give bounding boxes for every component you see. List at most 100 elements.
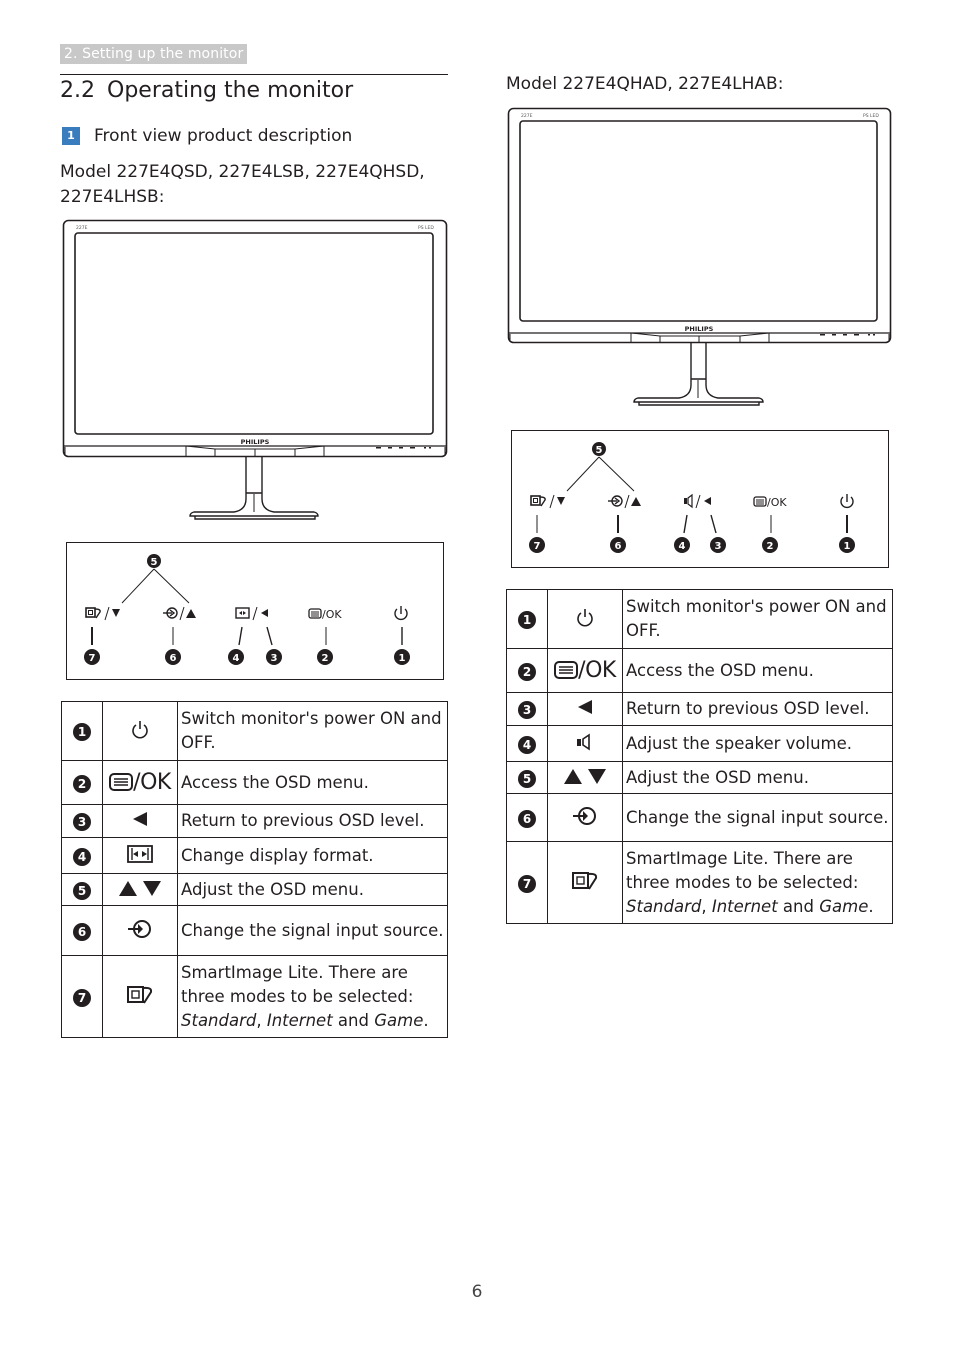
left-power-button (394, 606, 408, 621)
svg-text:1: 1 (844, 541, 851, 552)
row-number: 1 (518, 611, 536, 629)
subsection-title: Front view product description (94, 126, 353, 146)
row-description: Switch monitor's power ON and OFF. (177, 701, 448, 761)
left-triangle-icon (704, 497, 711, 505)
table-row: 5 Adjust the OSD menu. (506, 761, 893, 794)
svg-text:4: 4 (233, 653, 240, 664)
left-model-line2: 227E4LHSB: (60, 187, 165, 207)
right-model-tag: 227E (521, 113, 533, 119)
table-row: 2 /OK Access the OSD menu. (506, 648, 893, 693)
ok-label: /OK (133, 770, 171, 795)
menu-icon (308, 608, 322, 619)
table-row: 5 Adjust the OSD menu. (61, 873, 448, 906)
left-button-diagram: 5 /OK 7 6 4 3 2 1 (66, 542, 444, 680)
row-number: 4 (518, 735, 536, 754)
svg-text:7: 7 (534, 541, 541, 552)
row-number: 1 (73, 723, 91, 741)
row-number: 4 (73, 847, 91, 866)
display-format-icon (235, 607, 250, 619)
right-menu-ok-button: /OK (753, 496, 787, 509)
right-monitor-illustration: 227E PS LED PHILIPS (507, 107, 892, 407)
row-description: Change the signal input source. (177, 905, 448, 956)
right-panel-tag: PS LED (863, 113, 879, 119)
svg-text:1: 1 (399, 653, 406, 664)
table-row: 1 Switch monitor's power ON and OFF. (506, 589, 893, 649)
section-title: Operating the monitor (107, 78, 354, 103)
table-row: 4 Adjust the speaker volume. (506, 725, 893, 762)
row-description: Adjust the OSD menu. (622, 761, 893, 794)
ok-label: /OK (578, 658, 616, 683)
left-input-up-button (163, 606, 196, 621)
row-number: 2 (518, 662, 536, 681)
row-description: SmartImage Lite. There are three modes t… (177, 955, 448, 1038)
svg-text:2: 2 (322, 653, 329, 664)
menu-icon (554, 661, 579, 679)
row-description: Switch monitor's power ON and OFF. (622, 589, 893, 649)
row-description: Adjust the OSD menu. (177, 873, 448, 906)
row-number: 6 (73, 922, 91, 941)
row-number: 5 (518, 769, 536, 788)
smartimage-icon (127, 985, 153, 1004)
row-number: 2 (73, 774, 91, 793)
row-description: Access the OSD menu. (622, 648, 893, 693)
input-source-icon (573, 806, 596, 825)
down-triangle-icon (112, 609, 120, 617)
section-number: 2.2 (60, 78, 95, 103)
table-row: 7 SmartImage Lite. There are three modes… (61, 955, 448, 1038)
right-button-table: 1 Switch monitor's power ON and OFF. 2 /… (506, 589, 893, 924)
left-triangle-icon (261, 609, 268, 617)
row-number: 5 (73, 881, 91, 900)
left-triangle-icon (133, 812, 147, 826)
svg-text:4: 4 (679, 541, 686, 552)
right-volume-back-button (684, 493, 711, 509)
smartimage-icon (85, 607, 96, 618)
left-menu-ok-button: /OK (308, 608, 342, 621)
svg-text:5: 5 (151, 557, 158, 568)
row-number: 3 (518, 701, 536, 719)
table-row: 3 Return to previous OSD level. (61, 804, 448, 838)
input-source-icon (128, 919, 151, 938)
svg-text:6: 6 (170, 653, 177, 664)
table-row: 7 SmartImage Lite. There are three modes… (506, 841, 893, 924)
row-number: 7 (518, 874, 536, 893)
right-brand-logo: PHILIPS (685, 325, 714, 333)
left-model-heading: Model 227E4QSD, 227E4LSB, 227E4QHSD, 227… (60, 160, 425, 210)
subsection-badge: 1 (62, 127, 80, 145)
speaker-icon (684, 498, 687, 504)
row-number: 6 (518, 809, 536, 828)
row-description: Change display format. (177, 837, 448, 874)
page-number: 6 (471, 1282, 483, 1302)
svg-text:3: 3 (715, 541, 722, 552)
power-icon (577, 609, 593, 627)
table-row: 6 Change the signal input source. (61, 905, 448, 956)
left-format-back-button (235, 606, 268, 621)
svg-text:2: 2 (767, 541, 774, 552)
table-row: 1 Switch monitor's power ON and OFF. (61, 701, 448, 761)
section-chip: 2. Setting up the monitor (60, 44, 248, 64)
left-triangle-icon (578, 700, 592, 714)
row-description: Adjust the speaker volume. (622, 725, 893, 762)
left-model-tag: 227E (76, 225, 88, 231)
subsection-heading: 1 Front view product description (60, 124, 352, 148)
right-power-button (840, 494, 854, 509)
left-model-line1: Model 227E4QSD, 227E4LSB, 227E4QHSD, (60, 162, 425, 182)
left-panel-tag: PS LED (418, 225, 434, 231)
table-row: 6 Change the signal input source. (506, 793, 893, 842)
display-format-icon (127, 844, 153, 863)
row-description: Change the signal input source. (622, 793, 893, 842)
left-brand-logo: PHILIPS (241, 438, 270, 446)
svg-text:6: 6 (615, 541, 622, 552)
up-down-triangles-icon (119, 880, 161, 896)
header-rule (60, 74, 448, 75)
svg-text:/OK: /OK (322, 608, 342, 621)
row-number: 7 (73, 988, 91, 1007)
menu-icon (109, 773, 134, 791)
row-description: Access the OSD menu. (177, 760, 448, 805)
table-row: 2 /OK Access the OSD menu. (61, 760, 448, 805)
smartimage-icon (530, 495, 541, 506)
left-button-table: 1 Switch monitor's power ON and OFF. 2 /… (61, 701, 448, 1038)
row-description: SmartImage Lite. There are three modes t… (622, 841, 893, 924)
menu-icon (753, 496, 767, 507)
right-input-up-button (608, 494, 641, 509)
table-row: 4 Change display format. (61, 837, 448, 874)
